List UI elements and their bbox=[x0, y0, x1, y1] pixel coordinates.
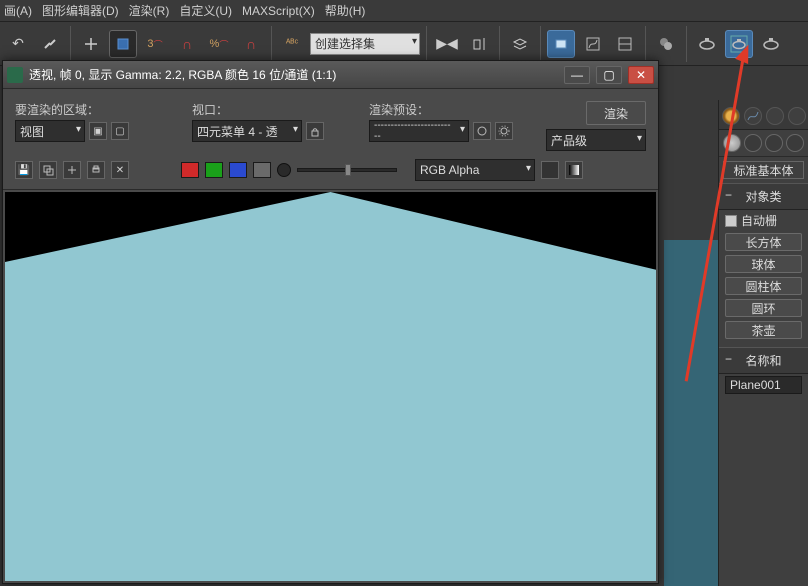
geometry-icon[interactable] bbox=[723, 134, 741, 152]
preset-dropdown[interactable]: ------------------------- bbox=[369, 120, 469, 142]
menu-graph-editors[interactable]: 图形编辑器(D) bbox=[42, 2, 119, 19]
viewport-label: 视口： bbox=[192, 101, 359, 118]
teapot-button[interactable]: 茶壶 bbox=[725, 321, 802, 339]
render-frame-icon[interactable] bbox=[725, 30, 753, 58]
name-rollout-header[interactable]: − 名称和 bbox=[719, 347, 808, 374]
menu-help[interactable]: 帮助(H) bbox=[325, 2, 366, 19]
autogrid-row: 自动栅 bbox=[719, 210, 808, 231]
axis-icon[interactable] bbox=[77, 30, 105, 58]
menu-maxscript[interactable]: MAXScript(X) bbox=[242, 4, 315, 18]
move-tool-icon[interactable] bbox=[109, 30, 137, 58]
render-options-row-2: 💾 ✕ RGB Alpha bbox=[3, 155, 658, 190]
snap-toggle-icon[interactable]: ∩ bbox=[173, 30, 201, 58]
exposure-slider-thumb[interactable] bbox=[345, 164, 351, 176]
render-button[interactable]: 渲染 bbox=[586, 101, 646, 125]
percent-snap-icon[interactable]: %⌒ bbox=[205, 30, 233, 58]
viewport-dropdown[interactable]: 四元菜单 4 - 透 bbox=[192, 120, 302, 142]
maximize-button[interactable]: ▢ bbox=[596, 66, 622, 84]
autogrid-checkbox[interactable] bbox=[725, 215, 737, 227]
render-window-icon bbox=[7, 67, 23, 83]
clear-icon[interactable]: ✕ bbox=[111, 161, 129, 179]
command-panel: 标准基本体 − 对象类 自动栅 长方体 球体 圆柱体 圆环 茶壶 − 名称和 P… bbox=[718, 100, 808, 586]
render-window-title: 透视, 帧 0, 显示 Gamma: 2.2, RGBA 颜色 16 位/通道 … bbox=[29, 66, 558, 83]
render-production-icon[interactable] bbox=[757, 30, 785, 58]
render-options-row-1: 要渲染的区域： 视图 ▣ ▢ 视口： 四元菜单 4 - 透 渲染预设： ----… bbox=[3, 89, 658, 155]
render-setup-icon[interactable] bbox=[693, 30, 721, 58]
hierarchy-tab-icon[interactable] bbox=[766, 107, 784, 125]
create-category-row bbox=[719, 130, 808, 157]
save-image-icon[interactable]: 💾 bbox=[15, 161, 33, 179]
mirror-icon[interactable]: ▶◀ bbox=[433, 30, 461, 58]
named-selection-icon[interactable]: ᴬᴮᶜ bbox=[278, 30, 306, 58]
magnet-icon[interactable]: ∩ bbox=[237, 30, 265, 58]
area-to-render-label: 要渲染的区域： bbox=[15, 101, 182, 118]
rendered-plane-shape bbox=[5, 192, 656, 581]
cylinder-button[interactable]: 圆柱体 bbox=[725, 277, 802, 295]
torus-button[interactable]: 圆环 bbox=[725, 299, 802, 317]
mono-toggle-icon[interactable] bbox=[277, 163, 291, 177]
schematic-view-icon[interactable] bbox=[547, 30, 575, 58]
back-icon[interactable]: ↶ bbox=[4, 30, 32, 58]
clone-rendered-icon[interactable] bbox=[39, 161, 57, 179]
lock-viewport-icon[interactable] bbox=[306, 122, 324, 140]
main-menu-bar: 画(A) 图形编辑器(D) 渲染(R) 自定义(U) MAXScript(X) … bbox=[0, 0, 808, 22]
layers-icon[interactable] bbox=[506, 30, 534, 58]
primitive-group-dropdown[interactable]: 标准基本体 bbox=[723, 161, 804, 179]
area-to-render-dropdown[interactable]: 视图 bbox=[15, 120, 85, 142]
render-frame-window: 透视, 帧 0, 显示 Gamma: 2.2, RGBA 颜色 16 位/通道 … bbox=[2, 60, 659, 584]
cameras-icon[interactable] bbox=[786, 134, 804, 152]
menu-render[interactable]: 渲染(R) bbox=[129, 2, 170, 19]
shapes-icon[interactable] bbox=[744, 134, 762, 152]
box-button[interactable]: 长方体 bbox=[725, 233, 802, 251]
create-selection-set-dropdown[interactable]: 创建选择集 bbox=[310, 33, 420, 55]
environment-icon[interactable] bbox=[473, 122, 491, 140]
render-window-titlebar[interactable]: 透视, 帧 0, 显示 Gamma: 2.2, RGBA 颜色 16 位/通道 … bbox=[3, 61, 658, 89]
align-icon[interactable] bbox=[465, 30, 493, 58]
alpha-channel-toggle[interactable] bbox=[253, 162, 271, 178]
red-channel-toggle[interactable] bbox=[181, 162, 199, 178]
auto-region-icon[interactable]: ▢ bbox=[111, 122, 129, 140]
lights-icon[interactable] bbox=[765, 134, 783, 152]
command-panel-tabs bbox=[719, 100, 808, 130]
create-tab-icon[interactable] bbox=[722, 107, 740, 125]
angle-snap-icon[interactable]: 3⌒ bbox=[141, 30, 169, 58]
minimize-button[interactable]: — bbox=[564, 66, 590, 84]
dope-sheet-icon[interactable] bbox=[611, 30, 639, 58]
perspective-viewport-partial[interactable] bbox=[664, 240, 719, 586]
autogrid-label: 自动栅 bbox=[741, 212, 777, 229]
menu-draw[interactable]: 画(A) bbox=[4, 2, 32, 19]
object-type-rollout-header[interactable]: − 对象类 bbox=[719, 183, 808, 210]
compare-icon[interactable] bbox=[63, 161, 81, 179]
menu-customize[interactable]: 自定义(U) bbox=[179, 2, 232, 19]
render-preset-label: 渲染预设： bbox=[369, 101, 536, 118]
close-button[interactable]: ✕ bbox=[628, 66, 654, 84]
material-editor-icon[interactable] bbox=[652, 30, 680, 58]
modify-tab-icon[interactable] bbox=[744, 107, 762, 125]
curve-editor-icon[interactable] bbox=[579, 30, 607, 58]
channel-swatch-icon[interactable] bbox=[541, 161, 559, 179]
rendered-image-viewport[interactable] bbox=[5, 192, 656, 581]
production-dropdown[interactable]: 产品级 bbox=[546, 129, 646, 151]
channel-dropdown[interactable]: RGB Alpha bbox=[415, 159, 535, 181]
ramp-icon[interactable] bbox=[565, 161, 583, 179]
green-channel-toggle[interactable] bbox=[205, 162, 223, 178]
print-icon[interactable] bbox=[87, 161, 105, 179]
sphere-button[interactable]: 球体 bbox=[725, 255, 802, 273]
region-select-icon[interactable]: ▣ bbox=[89, 122, 107, 140]
render-setup-small-icon[interactable] bbox=[495, 122, 513, 140]
exposure-slider[interactable] bbox=[297, 168, 397, 172]
object-name-input[interactable]: Plane001 bbox=[725, 376, 802, 394]
link-icon[interactable] bbox=[36, 30, 64, 58]
blue-channel-toggle[interactable] bbox=[229, 162, 247, 178]
motion-tab-icon[interactable] bbox=[788, 107, 806, 125]
